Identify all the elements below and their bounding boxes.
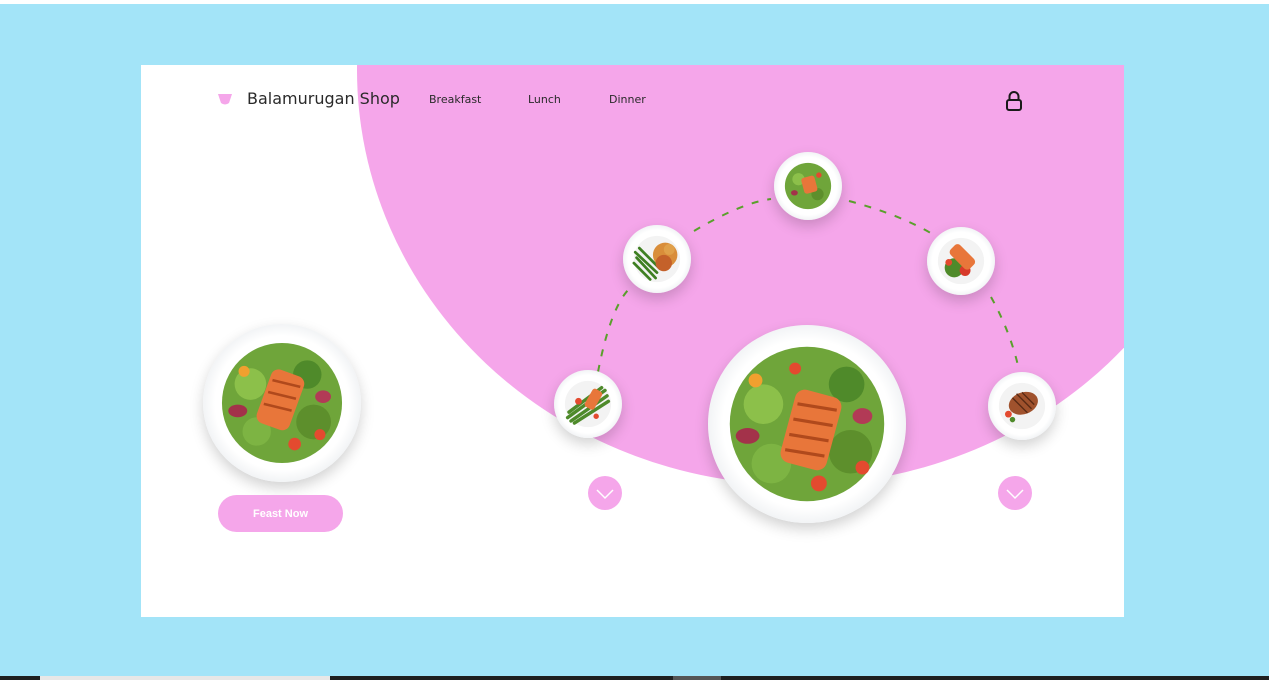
top-salad-image — [784, 162, 832, 210]
main-salmon-salad-image — [729, 346, 885, 502]
salmon-salad-image — [221, 342, 343, 464]
dish-thumbnail-salmon-peppers[interactable] — [927, 227, 995, 295]
asparagus-salmon-image — [564, 380, 612, 428]
bottom-strip — [0, 676, 1269, 680]
main-dish-plate[interactable] — [708, 325, 906, 523]
chevron-down-icon — [1006, 489, 1024, 500]
beans-chicken-image — [632, 235, 681, 283]
hero-card: Balamurugan Shop Breakfast Lunch Dinner … — [141, 65, 1124, 617]
nav-lunch[interactable]: Lunch — [528, 93, 561, 106]
lock-icon[interactable] — [1004, 90, 1024, 112]
chevron-down-icon — [596, 489, 614, 500]
dish-thumbnail-top-salad[interactable] — [774, 152, 842, 220]
steak-image — [998, 382, 1046, 430]
bowl-icon — [218, 94, 232, 105]
top-strip — [0, 0, 1269, 4]
dish-thumbnail-beans-chicken[interactable] — [623, 225, 691, 293]
dish-thumbnail-asparagus[interactable] — [554, 370, 622, 438]
brand-name[interactable]: Balamurugan Shop — [247, 89, 400, 108]
scroll-down-right-button[interactable] — [998, 476, 1032, 510]
scroll-down-left-button[interactable] — [588, 476, 622, 510]
dish-thumbnail-steak[interactable] — [988, 372, 1056, 440]
nav-breakfast[interactable]: Breakfast — [429, 93, 481, 106]
feast-now-button[interactable]: Feast Now — [218, 495, 343, 532]
nav-dinner[interactable]: Dinner — [609, 93, 646, 106]
featured-dish-plate[interactable] — [203, 324, 361, 482]
salmon-peppers-image — [937, 237, 985, 285]
